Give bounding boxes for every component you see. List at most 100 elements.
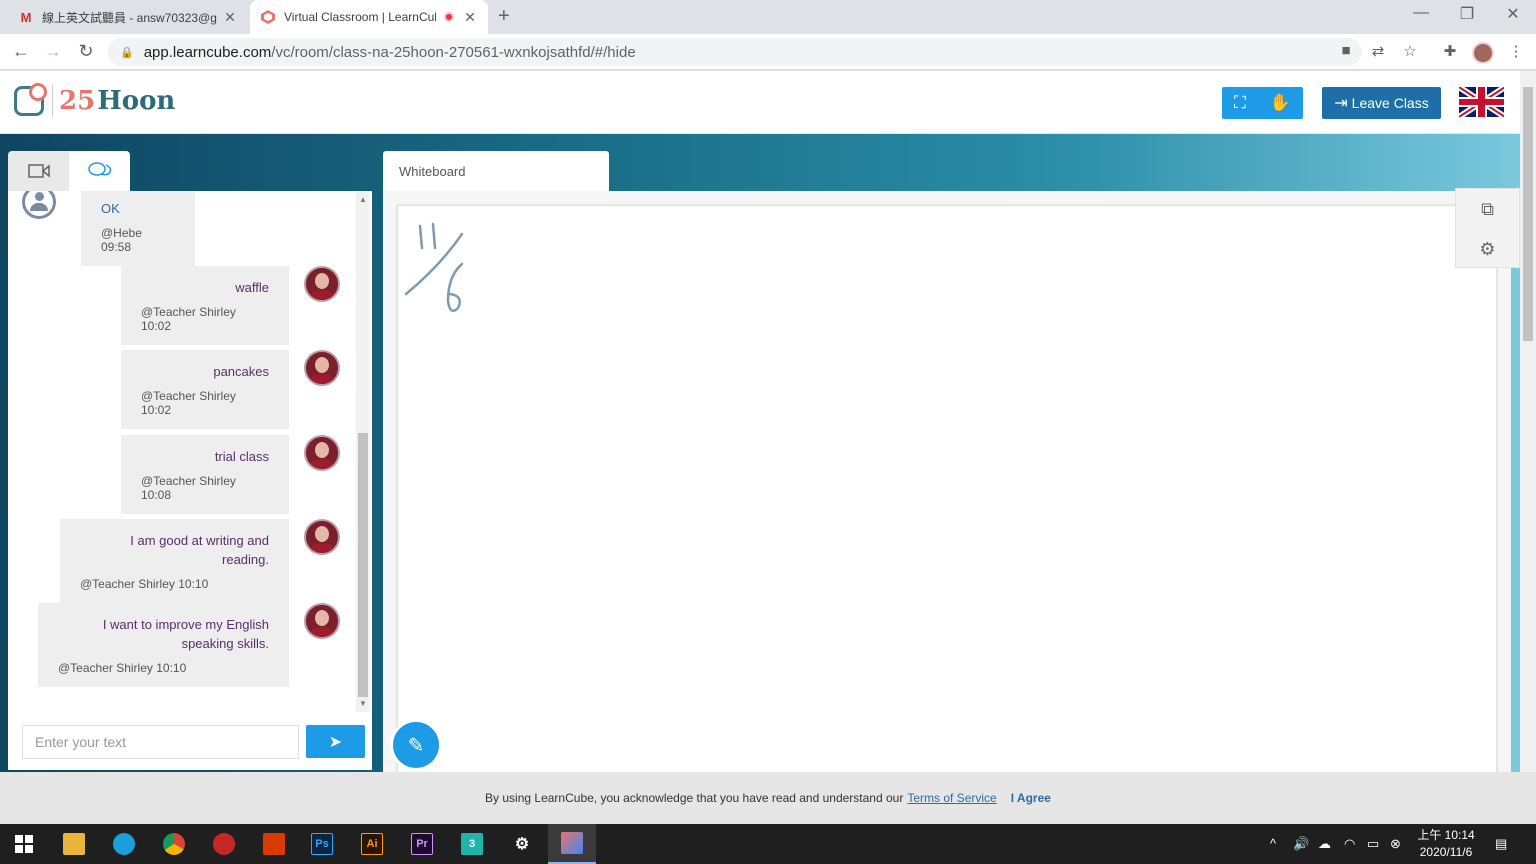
reload-icon[interactable]: ↻: [75, 41, 97, 62]
tab-video[interactable]: [8, 151, 69, 191]
settings-gear-icon[interactable]: ⚙: [1456, 229, 1519, 269]
chat-message: I am good at writing and reading. @Teach…: [60, 519, 289, 603]
onedrive-icon[interactable]: ☁: [1318, 836, 1331, 852]
clock-date: 2020/11/6: [1419, 845, 1473, 859]
garena-icon[interactable]: [200, 824, 248, 864]
raise-hand-icon[interactable]: ✋: [1270, 93, 1291, 113]
restore-icon[interactable]: ❐: [1444, 4, 1490, 24]
leave-class-button[interactable]: ⇥ Leave Class: [1322, 87, 1441, 119]
scroll-up-icon[interactable]: ▲: [359, 195, 367, 204]
close-icon[interactable]: ✕: [462, 9, 478, 26]
browser-tab-strip: M 線上英文試聽員 - answ70323@g ✕ Virtual Classr…: [0, 0, 1536, 34]
message-list[interactable]: OK @Hebe 09:58 waffle @Teacher Shirley 1…: [8, 191, 356, 712]
student-avatar-icon: [22, 191, 56, 219]
translate-icon[interactable]: ⇄: [1368, 42, 1388, 60]
cookie-consent-bar: By using LearnCube, you acknowledge that…: [0, 772, 1536, 824]
taskbar-clock[interactable]: 上午 10:14 2020/11/6: [1408, 827, 1484, 861]
menu-icon[interactable]: ⋮: [1506, 42, 1526, 60]
message-meta: @Hebe 09:58: [101, 226, 142, 254]
window-close-icon[interactable]: ✕: [1490, 4, 1536, 24]
app-3-label: 3: [461, 833, 483, 855]
chat-input[interactable]: [22, 725, 299, 759]
header-tool-group: ⛶ ✋: [1222, 87, 1303, 119]
teacher-avatar: [304, 266, 340, 302]
logo-word: Hoon: [97, 86, 176, 116]
bookmark-star-icon[interactable]: ☆: [1400, 42, 1420, 60]
learncube-icon: [260, 9, 276, 25]
settings-icon[interactable]: ⚙: [498, 824, 546, 864]
message-text: trial class: [214, 449, 269, 464]
windows-taskbar: Ps Ai Pr 3 ⚙ ^ 🔊 ☁ ◠ ▭ ⊗ 上午 10:14 2020/1…: [0, 824, 1536, 864]
logo-mark-icon: [14, 83, 47, 116]
premiere-icon[interactable]: Pr: [398, 824, 446, 864]
chat-message: OK @Hebe 09:58: [81, 191, 195, 266]
page-scroll-thumb[interactable]: [1523, 87, 1533, 341]
app-header: 25 Hoon ⛶ ✋ ⇥ Leave Class: [0, 71, 1520, 134]
fullscreen-icon[interactable]: ⛶: [1234, 93, 1246, 113]
address-bar: ← → ↻ 🔒 app.learncube.com/vc/room/class-…: [0, 34, 1536, 70]
office-icon[interactable]: [250, 824, 298, 864]
logo-number: 25: [59, 86, 96, 116]
wifi-icon[interactable]: ◠: [1344, 836, 1355, 852]
tray-close-icon[interactable]: ⊗: [1390, 836, 1401, 852]
message-text: OK: [101, 201, 120, 216]
illustrator-label: Ai: [361, 833, 383, 855]
forward-icon[interactable]: →: [42, 41, 64, 62]
photoshop-icon[interactable]: Ps: [298, 824, 346, 864]
scroll-thumb[interactable]: [358, 433, 368, 697]
scroll-down-icon[interactable]: ▼: [359, 699, 367, 708]
close-icon[interactable]: ✕: [222, 9, 238, 26]
uk-flag-icon[interactable]: [1459, 87, 1504, 117]
chrome-icon[interactable]: [150, 824, 198, 864]
back-icon[interactable]: ←: [10, 41, 32, 62]
message-meta: @Teacher Shirley 10:10: [58, 661, 187, 675]
page-scrollbar[interactable]: [1520, 71, 1536, 772]
teacher-avatar: [304, 350, 340, 386]
battery-icon[interactable]: ▭: [1367, 836, 1379, 852]
new-tab-icon[interactable]: +: [498, 5, 510, 28]
message-text: I want to improve my English speaking sk…: [102, 617, 269, 651]
url-field[interactable]: 🔒 app.learncube.com/vc/room/class-na-25h…: [108, 38, 1362, 66]
tab-virtual-classroom[interactable]: Virtual Classroom | LearnCube ✕: [250, 0, 488, 34]
minimize-icon[interactable]: —: [1398, 4, 1444, 22]
tray-expand-icon[interactable]: ^: [1270, 836, 1276, 851]
edge-icon[interactable]: [100, 824, 148, 864]
app-3-icon[interactable]: 3: [448, 824, 496, 864]
tab-gmail[interactable]: M 線上英文試聽員 - answ70323@g ✕: [8, 0, 248, 34]
file-explorer-icon[interactable]: [50, 824, 98, 864]
profile-avatar[interactable]: [1472, 42, 1494, 64]
tab-chat[interactable]: [69, 151, 130, 191]
volume-icon[interactable]: 🔊: [1293, 836, 1309, 852]
tab-title: Virtual Classroom | LearnCube: [284, 10, 436, 24]
windows-start-icon[interactable]: [0, 824, 48, 864]
premiere-label: Pr: [411, 833, 433, 855]
chat-bubbles-icon: [87, 162, 111, 176]
exit-icon: ⇥: [1334, 95, 1348, 112]
logo: 25 Hoon: [14, 83, 176, 117]
message-meta: @Teacher Shirley 10:10: [80, 577, 209, 591]
message-text: pancakes: [213, 364, 269, 379]
tab-whiteboard[interactable]: Whiteboard: [383, 151, 609, 191]
gmail-icon: M: [20, 9, 32, 25]
clock-time: 上午 10:14: [1417, 828, 1475, 842]
send-button[interactable]: ➤: [306, 725, 365, 758]
active-app-icon[interactable]: [548, 824, 596, 864]
pen-tool-button[interactable]: ✎: [390, 719, 442, 771]
add-page-icon[interactable]: ⧉: [1456, 189, 1519, 229]
extensions-icon[interactable]: ✚: [1440, 42, 1460, 60]
url-host: app.learncube.com: [143, 43, 272, 61]
pen-icon: ✎: [407, 734, 425, 757]
url-path: /vc/room/class-na-25hoon-270561-wxnkojsa…: [271, 43, 636, 61]
camera-icon[interactable]: ■: [1336, 42, 1356, 59]
message-text: waffle: [235, 280, 269, 295]
whiteboard-canvas[interactable]: [397, 205, 1497, 775]
terms-of-service-link[interactable]: Terms of Service: [907, 791, 996, 805]
chat-panel-tabs: [8, 151, 130, 191]
classroom-app: 25 Hoon ⛶ ✋ ⇥ Leave Class OK @Hebe 09:58…: [0, 71, 1520, 775]
agree-button[interactable]: I Agree: [1011, 791, 1051, 805]
notifications-icon[interactable]: ▤: [1495, 836, 1507, 852]
illustrator-icon[interactable]: Ai: [348, 824, 396, 864]
video-camera-icon: [27, 164, 50, 178]
chat-scrollbar[interactable]: ▲ ▼: [356, 191, 370, 712]
lock-icon: 🔒: [120, 46, 134, 59]
